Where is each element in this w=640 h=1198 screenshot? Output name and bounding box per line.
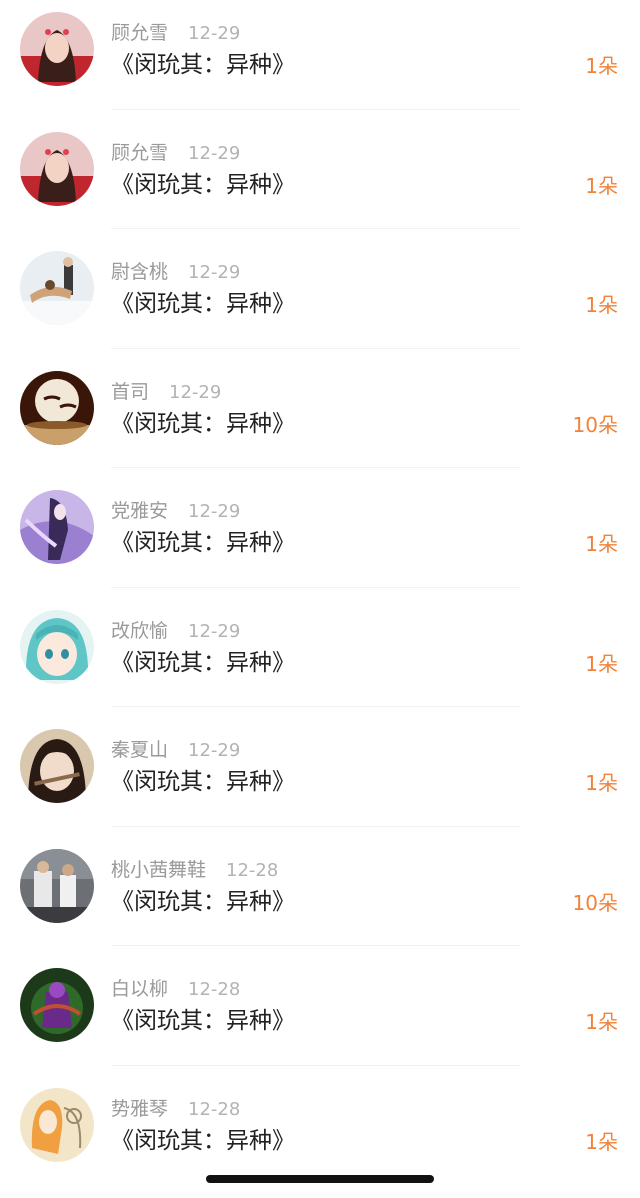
user-name[interactable]: 白以柳 (111, 978, 168, 1000)
avatar[interactable] (20, 848, 94, 923)
avatar[interactable] (20, 131, 94, 206)
avatar[interactable] (20, 729, 94, 803)
item-date: 12-29 (188, 740, 241, 761)
avatar[interactable] (20, 609, 94, 684)
gift-count: 10朵 (572, 890, 618, 915)
item-date: 12-29 (188, 620, 241, 642)
list-item[interactable]: 尉含桃 12-29 《闵玧其：异种》 1朵 (0, 239, 640, 359)
skating-pair-icon (20, 251, 94, 325)
gift-record-list: 顾允雪 12-29 《闵玧其：异种》 1朵 顾允雪 12-29 《闵玧其：异种》 1… (0, 0, 640, 1195)
list-item[interactable]: 党雅安 12-29 《闵玧其：异种》 1朵 (0, 478, 640, 598)
user-name[interactable]: 势雅琴 (111, 1098, 168, 1120)
divider (111, 108, 520, 110)
divider (111, 945, 520, 946)
book-title[interactable]: 《闵玧其：异种》 (111, 408, 295, 440)
portrait-woman-icon (20, 12, 94, 86)
gift-count: 1朵 (585, 651, 618, 676)
avatar[interactable] (20, 968, 94, 1042)
game-character-icon (20, 968, 94, 1042)
book-title[interactable]: 《闵玧其：异种》 (111, 1005, 295, 1037)
book-title[interactable]: 《闵玧其：异种》 (111, 1125, 295, 1157)
purple-anime-girl-icon (20, 490, 94, 564)
list-item[interactable]: 首司 12-29 《闵玧其：异种》 10朵 (0, 359, 640, 479)
divider (111, 1064, 520, 1066)
dark-hair-anime-icon (20, 729, 94, 803)
gift-count: 1朵 (585, 293, 618, 317)
book-title[interactable]: 《闵玧其：异种》 (111, 886, 295, 918)
gift-count: 1朵 (585, 771, 618, 795)
list-item[interactable]: 改欣愉 12-29 《闵玧其：异种》 1朵 (0, 598, 640, 718)
gift-count: 1朵 (585, 54, 618, 78)
item-meta: 尉含桃 12-29 (111, 259, 240, 285)
divider (111, 706, 520, 707)
user-name[interactable]: 尉含桃 (111, 261, 168, 283)
book-title[interactable]: 《闵玧其：异种》 (111, 288, 295, 320)
gift-count: 1朵 (585, 1129, 618, 1154)
item-meta: 桃小茜舞鞋 12-28 (111, 857, 278, 883)
item-meta: 党雅安 12-29 (111, 498, 240, 524)
avatar[interactable] (20, 1087, 94, 1162)
book-title[interactable]: 《闵玧其：异种》 (111, 647, 295, 679)
moon-illustration-icon (20, 370, 94, 445)
item-date: 12-28 (188, 979, 241, 1000)
portrait-woman-icon (20, 131, 94, 206)
list-item[interactable]: 顾允雪 12-29 《闵玧其：异种》 1朵 (0, 0, 640, 120)
item-meta: 白以柳 12-28 (111, 976, 240, 1002)
divider (111, 347, 520, 349)
user-name[interactable]: 首司 (111, 381, 149, 403)
item-date: 12-29 (188, 23, 241, 44)
item-meta: 首司 12-29 (111, 379, 221, 405)
item-meta: 势雅琴 12-28 (111, 1096, 240, 1122)
item-meta: 顾允雪 12-29 (111, 140, 240, 166)
home-indicator[interactable] (206, 1175, 434, 1183)
list-item[interactable]: 顾允雪 12-29 《闵玧其：异种》 1朵 (0, 120, 640, 240)
item-meta: 顾允雪 12-29 (111, 20, 240, 46)
divider (111, 825, 520, 827)
item-date: 12-28 (226, 859, 279, 881)
user-name[interactable]: 顾允雪 (111, 22, 168, 44)
list-item[interactable]: 桃小茜舞鞋 12-28 《闵玧其：异种》 10朵 (0, 837, 640, 957)
item-date: 12-28 (188, 1098, 241, 1120)
divider (111, 228, 520, 229)
teal-hair-anime-icon (20, 609, 94, 684)
user-name[interactable]: 顾允雪 (111, 142, 168, 164)
gift-count: 1朵 (585, 532, 618, 556)
user-name[interactable]: 党雅安 (111, 500, 168, 522)
item-meta: 改欣愉 12-29 (111, 618, 240, 644)
user-name[interactable]: 桃小茜舞鞋 (111, 859, 206, 881)
gift-count: 1朵 (585, 1010, 618, 1034)
book-title[interactable]: 《闵玧其：异种》 (111, 766, 295, 798)
item-date: 12-29 (169, 381, 222, 403)
user-name[interactable]: 秦夏山 (111, 739, 168, 761)
item-date: 12-29 (188, 262, 241, 283)
avatar[interactable] (20, 12, 94, 86)
gift-count: 1朵 (585, 173, 618, 198)
gift-count: 10朵 (572, 412, 618, 437)
item-meta: 秦夏山 12-29 (111, 737, 240, 763)
book-title[interactable]: 《闵玧其：异种》 (111, 49, 295, 81)
item-date: 12-29 (188, 501, 241, 522)
book-title[interactable]: 《闵玧其：异种》 (111, 169, 295, 201)
divider (111, 586, 520, 588)
list-item[interactable]: 秦夏山 12-29 《闵玧其：异种》 1朵 (0, 717, 640, 837)
book-title[interactable]: 《闵玧其：异种》 (111, 527, 295, 559)
avatar[interactable] (20, 490, 94, 564)
divider (111, 467, 520, 468)
sketch-illustration-icon (20, 1087, 94, 1162)
street-photo-icon (20, 848, 94, 923)
avatar[interactable] (20, 251, 94, 325)
avatar[interactable] (20, 370, 94, 445)
item-date: 12-29 (188, 142, 241, 164)
user-name[interactable]: 改欣愉 (111, 620, 168, 642)
list-item[interactable]: 白以柳 12-28 《闵玧其：异种》 1朵 (0, 956, 640, 1076)
